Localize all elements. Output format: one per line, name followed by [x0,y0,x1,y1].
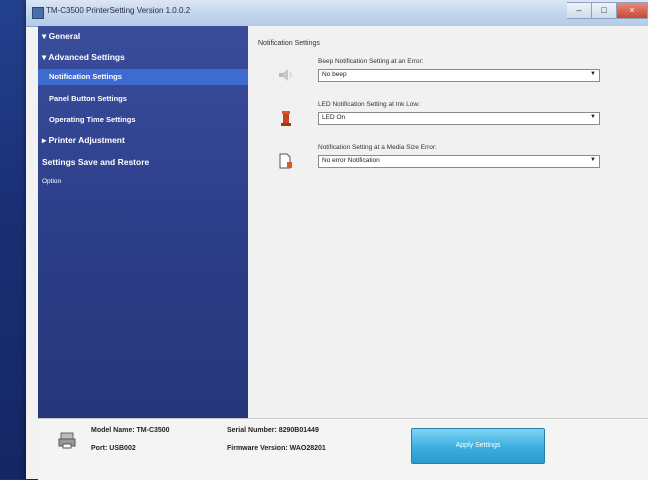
window-controls: – □ × [567,2,648,19]
media-size-notification-label: Notification Setting at a Media Size Err… [318,144,437,151]
model-name: Model Name: TM-C3500 [91,427,170,434]
media-size-icon [278,152,294,170]
media-size-notification-select[interactable]: No error Notification ▼ [318,155,600,168]
sidebar-item-settings-save-restore[interactable]: Settings Save and Restore [42,157,252,167]
speaker-icon [278,66,294,84]
chevron-down-icon: ▼ [590,157,596,163]
minimize-button[interactable]: – [567,2,592,19]
main-content: Notification Settings Beep Notification … [248,26,648,418]
sidebar-item-advanced-settings[interactable]: ▾ Advanced Settings [42,52,252,63]
chevron-down-icon: ▼ [590,114,596,120]
beep-notification-value: No beep [322,71,347,78]
media-size-notification-setting: Notification Setting at a Media Size Err… [278,144,608,178]
sidebar-item-panel-button-settings[interactable]: Panel Button Settings [49,94,259,103]
sidebar-item-option[interactable]: Option [42,178,252,185]
ink-cartridge-icon [278,109,294,127]
app-icon [32,7,44,19]
window-title: TM-C3500 PrinterSetting Version 1.0.0.2 [46,6,191,15]
chevron-down-icon: ▼ [590,71,596,77]
firmware-version: Firmware Version: WAO28201 [227,445,326,452]
app-window: TM-C3500 PrinterSetting Version 1.0.0.2 … [26,0,648,480]
sidebar-nav: ▾ General ▾ Advanced Settings Notificati… [38,26,248,418]
sidebar-item-notification-settings[interactable]: Notification Settings [38,69,248,85]
status-footer: Model Name: TM-C3500 Port: USB002 Serial… [38,418,648,480]
beep-notification-label: Beep Notification Setting at an Error: [318,58,424,65]
led-notification-select[interactable]: LED On ▼ [318,112,600,125]
sidebar-item-printer-adjustment[interactable]: ▸ Printer Adjustment [42,135,252,146]
led-notification-value: LED On [322,114,346,121]
led-notification-label: LED Notification Setting at Ink Low: [318,101,420,108]
beep-notification-setting: Beep Notification Setting at an Error: N… [278,58,608,92]
apply-settings-button[interactable]: Apply Settings [411,428,545,464]
port-label: Port: USB002 [91,445,136,452]
sidebar-item-general[interactable]: ▾ General [42,31,252,42]
maximize-button[interactable]: □ [592,2,617,19]
serial-number: Serial Number: 8290B01449 [227,427,319,434]
led-notification-setting: LED Notification Setting at Ink Low: LED… [278,101,608,135]
close-button[interactable]: × [617,2,648,19]
section-title: Notification Settings [258,40,320,47]
title-bar[interactable]: TM-C3500 PrinterSetting Version 1.0.0.2 … [26,0,648,27]
sidebar-item-operating-time-settings[interactable]: Operating Time Settings [49,115,259,124]
beep-notification-select[interactable]: No beep ▼ [318,69,600,82]
printer-icon [58,431,76,449]
media-size-notification-value: No error Notification [322,157,380,164]
